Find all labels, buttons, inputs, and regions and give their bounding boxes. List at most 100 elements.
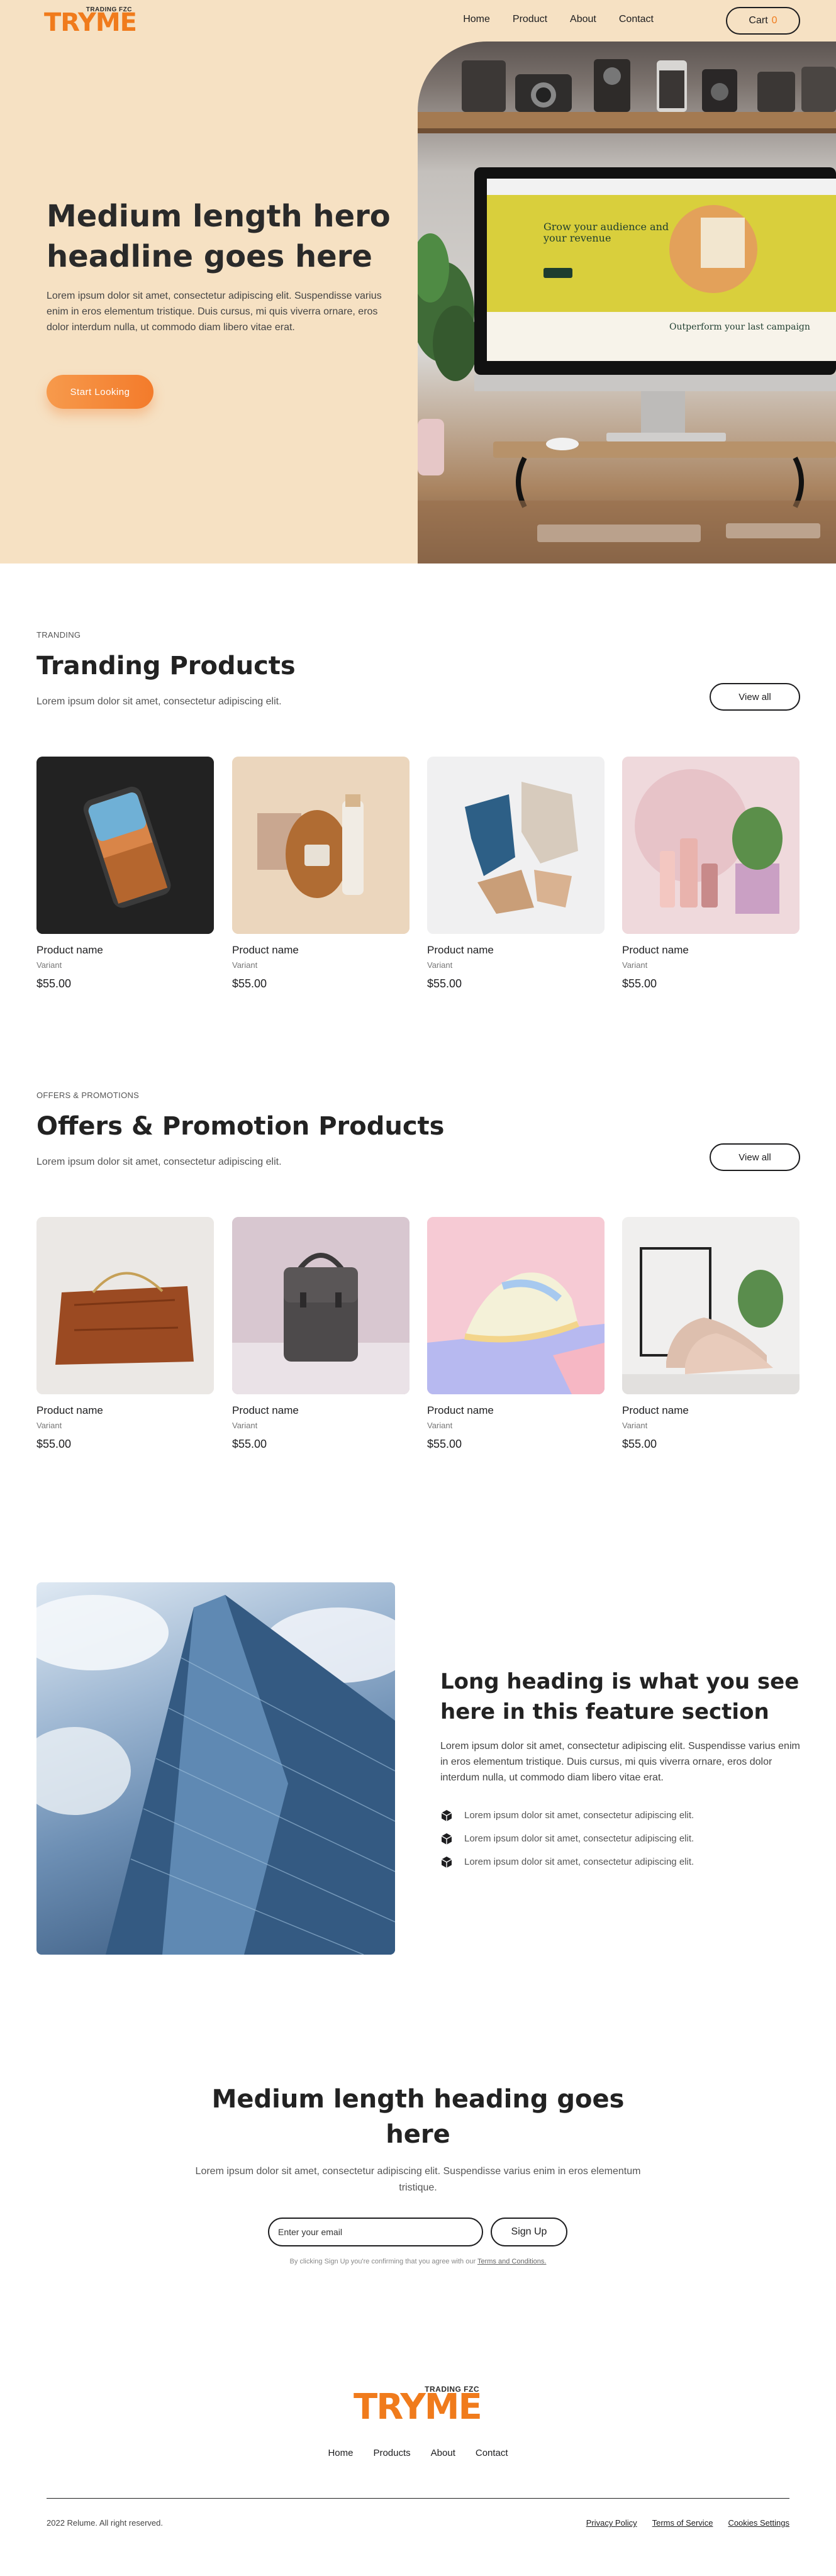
nav-link-about[interactable]: About [570,14,596,25]
footer-nav: Home Products About Contact [0,2448,836,2458]
cookies-settings-link[interactable]: Cookies Settings [728,2518,789,2528]
product-name: Product name [622,944,689,956]
product-card[interactable]: Product name Variant $55.00 [622,1217,800,1451]
nav-link-contact[interactable]: Contact [619,14,654,25]
top-navbar: TRADING FZC TRYME Home Product About Con… [0,0,836,42]
product-image-shoes [622,1217,800,1394]
product-name: Product name [36,944,103,956]
product-card[interactable]: Product name Variant $55.00 [36,757,214,991]
product-name: Product name [427,1404,494,1416]
offers-description: Lorem ipsum dolor sit amet, consectetur … [36,1157,282,1167]
product-name: Product name [427,944,494,956]
offers-title: Offers & Promotion Products [36,1112,445,1141]
product-image-phone [36,757,214,934]
product-price: $55.00 [232,1438,267,1450]
svg-text:Grow your audience and: Grow your audience and [543,221,669,233]
product-variant: Variant [36,960,62,970]
offers-eyebrow: OFFERS & PROMOTIONS [36,1091,140,1100]
cube-icon [441,1809,452,1821]
cart-button[interactable]: Cart 0 [726,7,800,35]
product-price: $55.00 [622,1438,657,1450]
feature-list-text: Lorem ipsum dolor sit amet, consectetur … [464,1810,694,1821]
product-name: Product name [622,1404,689,1416]
feature-list-text: Lorem ipsum dolor sit amet, consectetur … [464,1857,694,1867]
product-image-backpack [232,1217,410,1394]
terms-of-service-link[interactable]: Terms of Service [652,2518,713,2528]
product-image-handbag [36,1217,214,1394]
product-price: $55.00 [427,977,462,990]
feature-list-text: Lorem ipsum dolor sit amet, consectetur … [464,1833,694,1844]
product-name: Product name [232,944,299,956]
trending-title: Tranding Products [36,652,296,680]
cta-title: Medium length heading goes here [211,2085,625,2149]
feature-title: Long heading is what you see here in thi… [440,1669,800,1724]
offers-view-all-button[interactable]: View all [710,1143,800,1171]
product-card[interactable]: Product name Variant $55.00 [427,757,605,991]
copyright-text: 2022 Relume. All right reserved. [47,2518,163,2528]
start-looking-button[interactable]: Start Looking [47,375,153,409]
trending-eyebrow: TRANDING [36,630,81,640]
feature-list-item: Lorem ipsum dolor sit amet, consectetur … [440,1850,694,1874]
product-price: $55.00 [232,977,267,990]
product-price: $55.00 [622,977,657,990]
brand-name: TRYME [44,8,137,37]
product-card[interactable]: Product name Variant $55.00 [232,1217,410,1451]
footer-link-about[interactable]: About [431,2448,455,2458]
product-card[interactable]: Product name Variant $55.00 [36,1217,214,1451]
hero-image: Grow your audience and your revenue Outp… [418,42,836,564]
product-price: $55.00 [427,1438,462,1450]
product-image-sneaker [427,1217,605,1394]
cta-description-wrap: Lorem ipsum dolor sit amet, consectetur … [0,2163,836,2196]
product-image-skincare [232,757,410,934]
cube-icon [441,1833,452,1845]
trending-description: Lorem ipsum dolor sit amet, consectetur … [36,696,282,707]
cart-count-badge: 0 [771,15,777,26]
svg-text:Outperform your last campaign: Outperform your last campaign [669,322,810,332]
product-card[interactable]: Product name Variant $55.00 [232,757,410,991]
feature-building-image [36,1582,395,1955]
nav-links: Home Product About Contact [440,14,654,25]
terms-note: By clicking Sign Up you're confirming th… [0,2258,836,2265]
cube-icon [441,1856,452,1868]
footer-divider [47,2498,789,2499]
privacy-policy-link[interactable]: Privacy Policy [586,2518,637,2528]
brand-logo[interactable]: TRADING FZC TRYME [44,5,137,36]
terms-text: By clicking Sign Up you're confirming th… [289,2258,476,2265]
legal-links: Privacy Policy Terms of Service Cookies … [586,2518,789,2528]
nav-link-home[interactable]: Home [463,14,490,25]
trending-view-all-button[interactable]: View all [710,683,800,711]
sign-up-button[interactable]: Sign Up [491,2218,567,2246]
product-name: Product name [36,1404,103,1416]
footer-link-contact[interactable]: Contact [476,2448,508,2458]
hero-title: Medium length hero headline goes here [47,199,391,274]
desk-computer-illustration: Grow your audience and your revenue Outp… [418,59,836,564]
product-image-cosmetics [622,757,800,934]
product-variant: Variant [622,1421,648,1430]
nav-link-product[interactable]: Product [513,14,547,25]
cta-title-wrap: Medium length heading goes here [0,2082,836,2152]
feature-list-item: Lorem ipsum dolor sit amet, consectetur … [440,1827,694,1850]
terms-link[interactable]: Terms and Conditions. [477,2258,546,2265]
cta-description: Lorem ipsum dolor sit amet, consectetur … [195,2166,641,2193]
footer-logo[interactable]: TRADING FZC TRYME [354,2384,482,2428]
product-variant: Variant [427,1421,453,1430]
product-price: $55.00 [36,1438,72,1450]
hero-section: Medium length hero headline goes here Lo… [0,0,836,564]
footer-link-home[interactable]: Home [328,2448,353,2458]
product-card[interactable]: Product name Variant $55.00 [622,757,800,991]
product-price: $55.00 [36,977,72,990]
feature-list: Lorem ipsum dolor sit amet, consectetur … [440,1804,694,1874]
svg-text:your revenue: your revenue [543,232,611,244]
email-input[interactable] [268,2218,483,2246]
product-card[interactable]: Product name Variant $55.00 [427,1217,605,1451]
product-variant: Variant [232,1421,258,1430]
footer-link-products[interactable]: Products [373,2448,410,2458]
cart-label: Cart [749,15,768,26]
feature-list-item: Lorem ipsum dolor sit amet, consectetur … [440,1804,694,1827]
product-name: Product name [232,1404,299,1416]
footer-brand-name: TRYME [354,2387,482,2428]
product-image-clothes [427,757,605,934]
feature-description: Lorem ipsum dolor sit amet, consectetur … [440,1741,800,1783]
product-variant: Variant [427,960,453,970]
product-variant: Variant [232,960,258,970]
